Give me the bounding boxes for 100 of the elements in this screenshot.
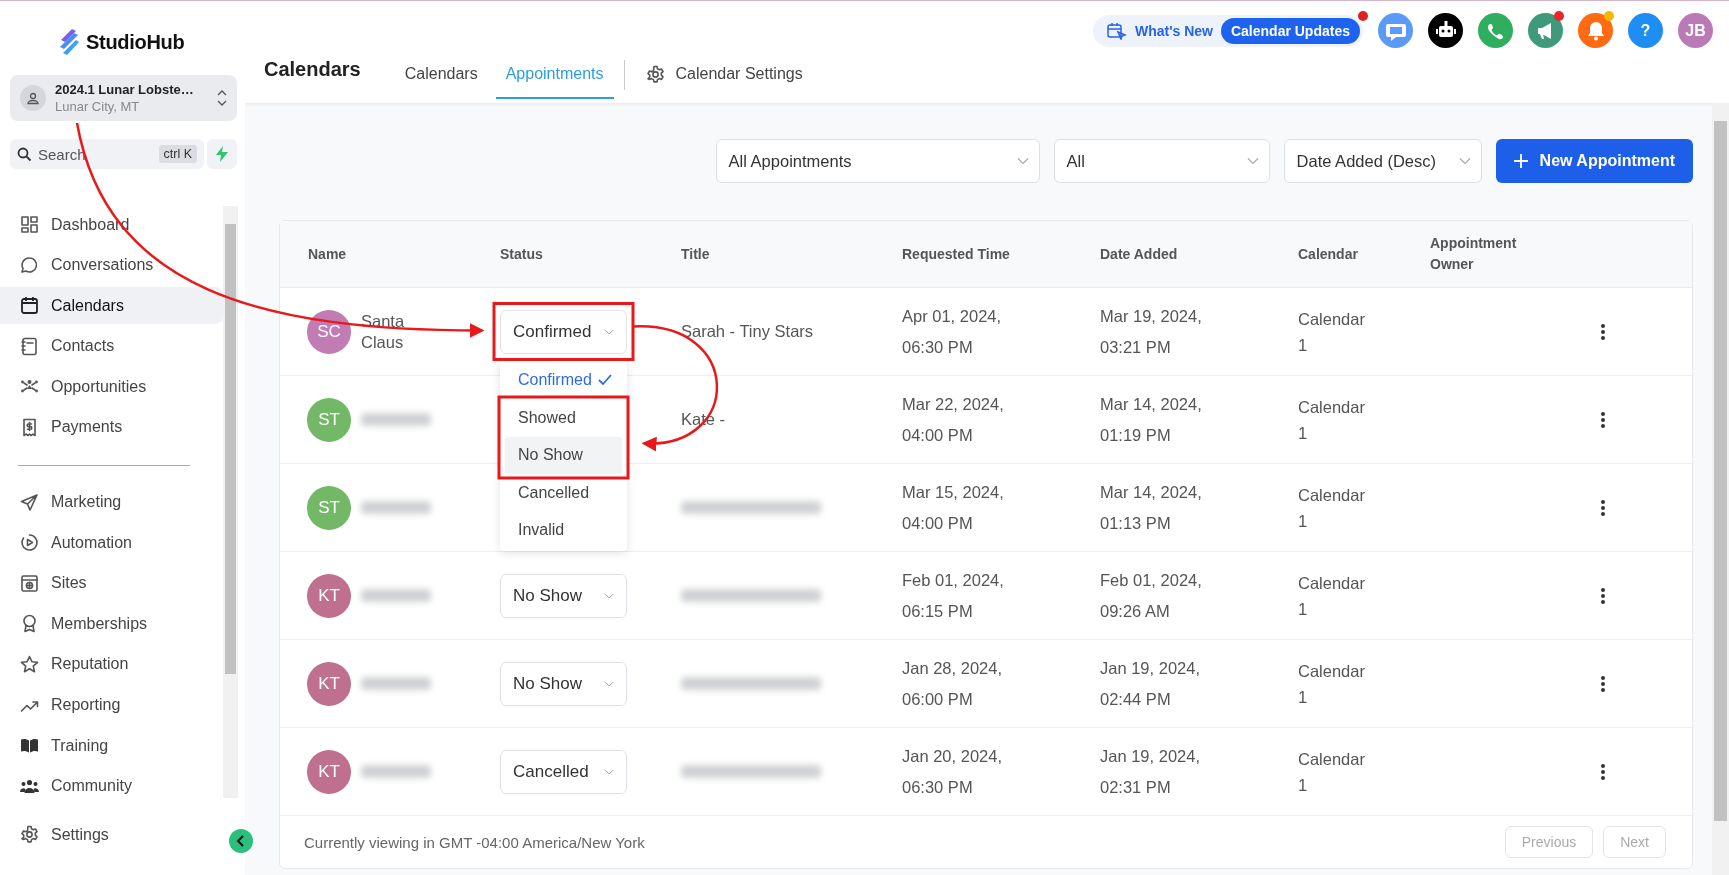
menu-option[interactable]: Confirmed xyxy=(505,361,622,399)
browser-globe-icon xyxy=(19,572,40,594)
chat-bubble-icon xyxy=(19,254,40,276)
status-dropdown[interactable]: Cancelled xyxy=(500,749,627,794)
status-dropdown[interactable]: Confirmed xyxy=(500,309,627,354)
table-cell-text: Apr 01, 2024, 06:30 PM xyxy=(902,305,1003,358)
table-cell-text: Calendar 1 xyxy=(1298,660,1366,708)
sidebar-item[interactable]: Automation xyxy=(0,524,223,562)
sidebar-item[interactable]: Payments xyxy=(0,408,223,446)
chat-button[interactable] xyxy=(1378,13,1413,48)
sidebar-item[interactable]: Calendars xyxy=(0,287,223,325)
app-logo-text: StudioHub xyxy=(86,30,185,54)
table-cell-text: Calendar 1 xyxy=(1298,308,1366,356)
menu-option[interactable]: No Show xyxy=(505,436,622,474)
sidebar-item[interactable]: Memberships xyxy=(0,605,223,643)
tab[interactable]: Calendars xyxy=(394,51,488,99)
location-icon xyxy=(20,85,46,111)
table-cell-text: Feb 01, 2024, 09:26 AM xyxy=(1100,569,1203,622)
table-cell-text: Jan 28, 2024, 06:00 PM xyxy=(902,657,1003,710)
table-cell-text: Calendar 1 xyxy=(1298,572,1366,620)
scrollbar[interactable] xyxy=(223,206,238,798)
more-options-icon[interactable] xyxy=(1600,586,1606,605)
table-cell-text: Feb 01, 2024, 06:15 PM xyxy=(902,569,1005,622)
settings-icon xyxy=(19,824,40,846)
table-cell-text: Mar 15, 2024, 04:00 PM xyxy=(902,481,1005,534)
notifications-button[interactable] xyxy=(1578,13,1613,48)
location-switcher[interactable]: 2024.1 Lunar Lobste… Lunar City, MT xyxy=(10,75,237,121)
scrollbar[interactable] xyxy=(1712,103,1729,875)
megaphone-button[interactable] xyxy=(1528,13,1563,48)
chevron-down-icon xyxy=(604,327,614,336)
avatar: KT xyxy=(307,573,351,618)
plus-icon xyxy=(1513,154,1528,168)
column-header: Title xyxy=(681,246,711,262)
column-header: Requested Time xyxy=(902,246,1011,262)
chevron-down-icon xyxy=(604,679,614,688)
menu-option[interactable]: Showed xyxy=(505,399,622,437)
table-cell-text: Mar 14, 2024, 01:19 PM xyxy=(1100,393,1203,446)
search-icon xyxy=(17,146,32,162)
column-header: Name xyxy=(307,246,348,262)
column-header: Date Added xyxy=(1100,246,1179,262)
filter-dropdown[interactable]: All xyxy=(1053,139,1270,183)
sidebar-item[interactable]: Contacts xyxy=(0,327,223,365)
timezone-note: Currently viewing in GMT -04:00 America/New York xyxy=(304,833,645,851)
column-header: Calendar xyxy=(1298,246,1359,262)
filter-dropdown[interactable]: Date Added (Desc) xyxy=(1283,139,1482,183)
contact-book-icon xyxy=(19,335,40,357)
chevron-down-icon xyxy=(604,591,614,600)
sidebar-item[interactable]: Sites xyxy=(0,564,223,602)
avatar: SC xyxy=(307,309,351,354)
phone-button[interactable] xyxy=(1478,13,1513,48)
play-circle-icon xyxy=(19,532,40,554)
collapse-sidebar-button[interactable] xyxy=(229,829,253,853)
sidebar-item[interactable]: Reputation xyxy=(0,645,223,683)
sidebar-item[interactable]: Training xyxy=(0,727,223,765)
sidebar-item[interactable]: Settings xyxy=(0,816,223,854)
table-cell-text: Mar 22, 2024, 04:00 PM xyxy=(902,393,1005,446)
menu-option[interactable]: Cancelled xyxy=(505,474,622,512)
chevron-down-icon xyxy=(1246,157,1259,165)
location-address: Lunar City, MT xyxy=(55,99,141,114)
more-options-icon[interactable] xyxy=(1600,762,1606,781)
search-field[interactable]: Search ctrl K xyxy=(10,139,204,169)
star-icon xyxy=(19,653,40,675)
calendar-pointer-icon xyxy=(1106,21,1127,40)
filter-dropdown[interactable]: All Appointments xyxy=(715,139,1040,183)
new-appointment-button[interactable]: New Appointment xyxy=(1495,139,1693,183)
dashboard-icon xyxy=(19,214,40,235)
search-placeholder: Search xyxy=(38,145,87,163)
sidebar-item[interactable]: Conversations xyxy=(0,246,223,284)
whats-new-button[interactable]: What's New Calendar Updates xyxy=(1092,14,1363,47)
avatar: KT xyxy=(307,749,351,794)
table-cell: Sarah - Tiny Stars xyxy=(681,322,814,341)
sidebar-item[interactable]: Marketing xyxy=(0,483,223,521)
table-cell-text: Calendar 1 xyxy=(1298,748,1366,796)
table-cell-text: Jan 20, 2024, 06:30 PM xyxy=(902,745,1003,798)
status-dropdown[interactable]: No Show xyxy=(500,661,627,706)
table-cell-text: Calendar 1 xyxy=(1298,396,1366,444)
shortcut-hint: ctrl K xyxy=(158,145,197,163)
avatar: ST xyxy=(307,485,351,530)
location-name: 2024.1 Lunar Lobste… xyxy=(55,82,195,97)
robot-button[interactable] xyxy=(1428,13,1463,48)
menu-option[interactable]: Invalid xyxy=(505,511,622,549)
table-cell-text: Jan 19, 2024, 02:31 PM xyxy=(1100,745,1201,798)
sidebar-item[interactable]: Opportunities xyxy=(0,368,223,406)
lightning-icon xyxy=(216,146,228,162)
checkmark-icon xyxy=(598,374,612,387)
tab[interactable]: Calendar Settings xyxy=(634,51,813,99)
more-options-icon[interactable] xyxy=(1600,674,1606,693)
sidebar-item[interactable]: Reporting xyxy=(0,686,223,724)
chevron-down-icon xyxy=(604,767,614,776)
logo-icon xyxy=(58,28,80,56)
more-options-icon[interactable] xyxy=(1600,498,1606,517)
more-options-icon[interactable] xyxy=(1600,322,1606,341)
whats-new-label: What's New xyxy=(1134,22,1213,39)
chevron-left-icon xyxy=(236,835,246,847)
status-dropdown[interactable]: No Show xyxy=(500,573,627,618)
table-cell-text: Mar 14, 2024, 01:13 PM xyxy=(1100,481,1203,534)
more-options-icon[interactable] xyxy=(1600,410,1606,429)
avatar: KT xyxy=(307,661,351,706)
table-cell-text: Jan 19, 2024, 02:44 PM xyxy=(1100,657,1201,710)
sidebar-item[interactable]: Community xyxy=(0,767,223,805)
